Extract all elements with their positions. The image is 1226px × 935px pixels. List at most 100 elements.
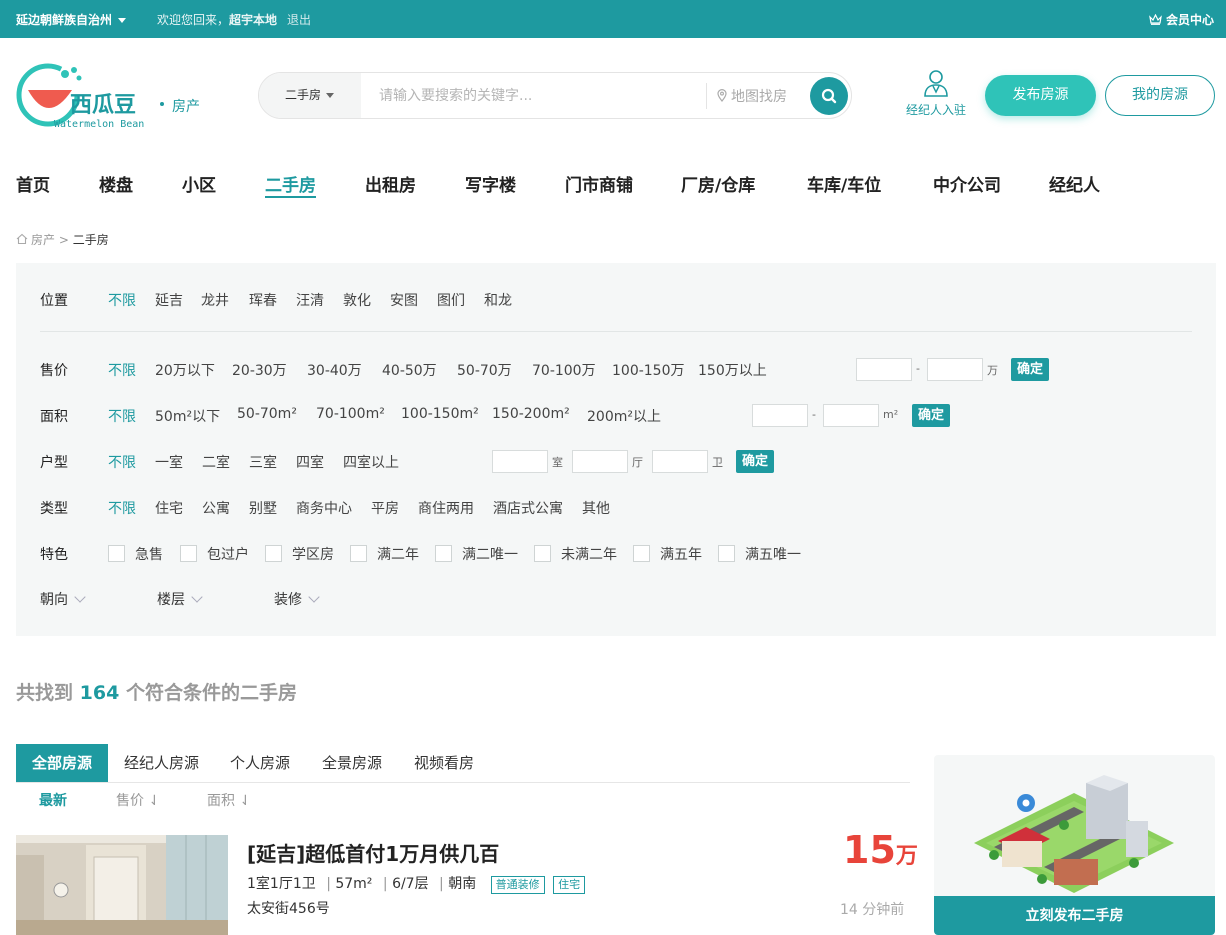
search-input[interactable] — [379, 84, 699, 108]
baths-input[interactable] — [652, 450, 708, 473]
tab-agent[interactable]: 经纪人房源 — [108, 744, 215, 782]
location-option[interactable]: 和龙 — [484, 290, 512, 310]
layout-option[interactable]: 一室 — [155, 452, 183, 472]
feature-option[interactable]: 包过户 — [207, 544, 249, 564]
price-min-input[interactable] — [856, 358, 912, 381]
tab-video[interactable]: 视频看房 — [398, 744, 490, 782]
nav-second-hand[interactable]: 二手房 — [265, 171, 316, 198]
area-option[interactable]: 100-150m² — [401, 406, 479, 422]
type-option[interactable]: 不限 — [108, 498, 136, 518]
map-search-link[interactable]: 地图找房 — [717, 86, 787, 106]
type-option[interactable]: 商住两用 — [418, 498, 474, 518]
feature-option[interactable]: 满二唯一 — [462, 544, 518, 564]
nav-garages[interactable]: 车库/车位 — [807, 171, 881, 196]
feature-option[interactable]: 学区房 — [292, 544, 334, 564]
city-selector[interactable]: 延边朝鲜族自治州 — [16, 11, 127, 28]
feature-option[interactable]: 满二年 — [377, 544, 419, 564]
price-option[interactable]: 20-30万 — [232, 360, 287, 380]
sort-area[interactable]: 面积 ⇃ — [207, 790, 251, 810]
location-option[interactable]: 龙井 — [201, 290, 229, 310]
layout-option[interactable]: 四室以上 — [343, 452, 399, 472]
location-option[interactable]: 珲春 — [249, 290, 277, 310]
decoration-dropdown[interactable]: 装修 — [274, 589, 320, 609]
tab-personal[interactable]: 个人房源 — [214, 744, 306, 782]
feature-checkbox[interactable] — [265, 545, 282, 562]
area-option[interactable]: 70-100m² — [316, 406, 385, 422]
feature-option[interactable]: 急售 — [135, 544, 163, 564]
feature-option[interactable]: 满五唯一 — [745, 544, 801, 564]
listing-title[interactable]: [延吉]超低首付1万月供几百 — [247, 838, 499, 867]
nav-rentals[interactable]: 出租房 — [365, 171, 416, 196]
price-confirm-button[interactable]: 确定 — [1011, 358, 1050, 381]
nav-communities[interactable]: 小区 — [182, 171, 216, 196]
location-option[interactable]: 不限 — [108, 290, 136, 310]
member-center-link[interactable]: 会员中心 — [1149, 11, 1214, 28]
price-max-input[interactable] — [927, 358, 983, 381]
nav-agencies[interactable]: 中介公司 — [933, 171, 1001, 196]
orientation-dropdown[interactable]: 朝向 — [40, 589, 86, 609]
type-option[interactable]: 酒店式公寓 — [493, 498, 563, 518]
nav-shops[interactable]: 门市商铺 — [565, 171, 633, 196]
price-option[interactable]: 20万以下 — [155, 360, 215, 380]
logout-link[interactable]: 退出 — [287, 11, 311, 28]
type-option[interactable]: 其他 — [582, 498, 610, 518]
area-max-input[interactable] — [823, 404, 879, 427]
feature-checkbox[interactable] — [718, 545, 735, 562]
nav-factories[interactable]: 厂房/仓库 — [681, 171, 755, 196]
feature-checkbox[interactable] — [633, 545, 650, 562]
price-option[interactable]: 150万以上 — [698, 360, 767, 380]
halls-input[interactable] — [572, 450, 628, 473]
feature-checkbox[interactable] — [534, 545, 551, 562]
price-option[interactable]: 40-50万 — [382, 360, 437, 380]
site-logo[interactable]: 西瓜豆 房产 Watermelon Bean — [16, 62, 216, 130]
type-option[interactable]: 平房 — [371, 498, 399, 518]
area-option[interactable]: 50m²以下 — [155, 406, 220, 426]
rooms-input[interactable] — [492, 450, 548, 473]
tab-panorama[interactable]: 全景房源 — [306, 744, 398, 782]
nav-agents[interactable]: 经纪人 — [1049, 171, 1100, 196]
agent-join-link[interactable]: 经纪人入驻 — [897, 68, 975, 118]
my-listings-button[interactable]: 我的房源 — [1105, 75, 1215, 116]
feature-checkbox[interactable] — [350, 545, 367, 562]
type-option[interactable]: 商务中心 — [296, 498, 352, 518]
location-option[interactable]: 图们 — [437, 290, 465, 310]
floor-dropdown[interactable]: 楼层 — [157, 589, 203, 609]
nav-offices[interactable]: 写字楼 — [465, 171, 516, 196]
publish-listing-button[interactable]: 发布房源 — [985, 75, 1096, 116]
type-option[interactable]: 住宅 — [155, 498, 183, 518]
feature-checkbox[interactable] — [108, 545, 125, 562]
location-option[interactable]: 汪清 — [296, 290, 324, 310]
type-option[interactable]: 别墅 — [249, 498, 277, 518]
publish-second-hand-button[interactable]: 立刻发布二手房 — [934, 896, 1215, 935]
publish-promo-card[interactable]: 立刻发布二手房 — [934, 755, 1215, 935]
feature-checkbox[interactable] — [180, 545, 197, 562]
layout-option[interactable]: 不限 — [108, 452, 136, 472]
layout-confirm-button[interactable]: 确定 — [736, 450, 775, 473]
price-option[interactable]: 50-70万 — [457, 360, 512, 380]
layout-option[interactable]: 三室 — [249, 452, 277, 472]
area-confirm-button[interactable]: 确定 — [912, 404, 951, 427]
sort-latest[interactable]: 最新 — [39, 790, 67, 810]
search-type-select[interactable]: 二手房 — [259, 73, 361, 118]
feature-checkbox[interactable] — [435, 545, 452, 562]
sort-price[interactable]: 售价 ⇃ — [116, 790, 160, 810]
nav-home[interactable]: 首页 — [16, 171, 50, 196]
tab-all[interactable]: 全部房源 — [16, 744, 109, 782]
area-option[interactable]: 200m²以上 — [587, 406, 661, 426]
area-option[interactable]: 不限 — [108, 406, 136, 426]
nav-new-homes[interactable]: 楼盘 — [99, 171, 133, 196]
location-option[interactable]: 延吉 — [155, 290, 183, 310]
feature-option[interactable]: 满五年 — [660, 544, 702, 564]
area-min-input[interactable] — [752, 404, 808, 427]
search-button[interactable] — [810, 77, 848, 115]
area-option[interactable]: 50-70m² — [237, 406, 297, 422]
breadcrumb-root[interactable]: 房产 — [31, 233, 55, 247]
price-option[interactable]: 不限 — [108, 360, 136, 380]
area-option[interactable]: 150-200m² — [492, 406, 570, 422]
price-option[interactable]: 30-40万 — [307, 360, 362, 380]
location-option[interactable]: 敦化 — [343, 290, 371, 310]
listing-photo[interactable] — [16, 835, 228, 935]
feature-option[interactable]: 未满二年 — [561, 544, 617, 564]
layout-option[interactable]: 二室 — [202, 452, 230, 472]
layout-option[interactable]: 四室 — [296, 452, 324, 472]
